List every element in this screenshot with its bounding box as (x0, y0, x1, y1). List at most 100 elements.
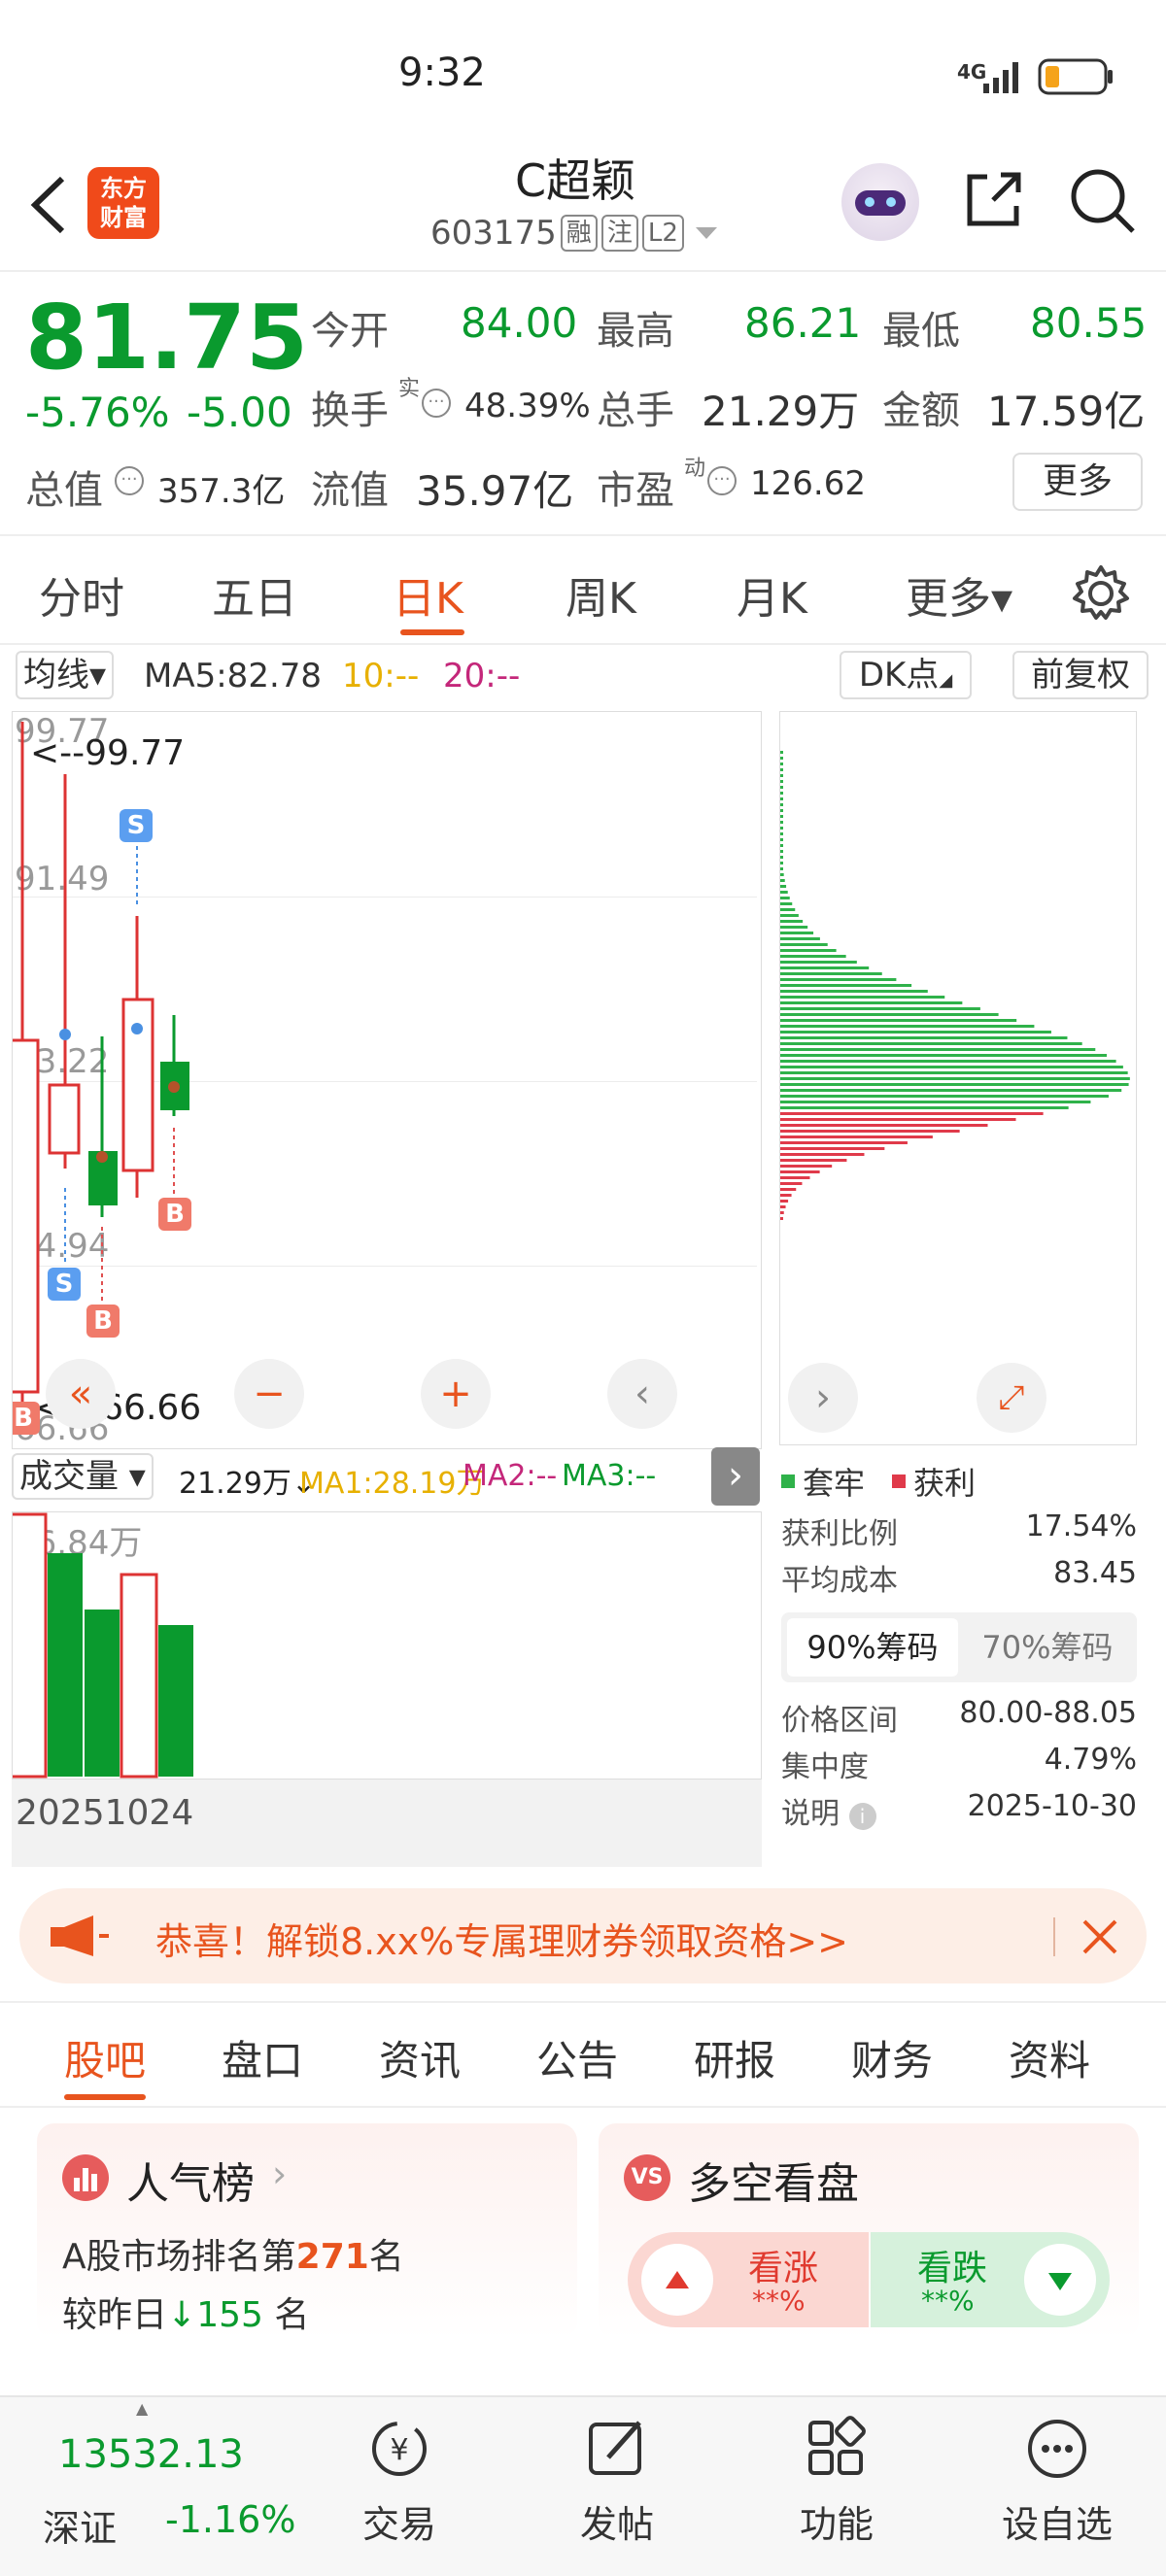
chip-bar (780, 984, 912, 987)
chip-bar (780, 821, 783, 824)
svg-text:¥: ¥ (390, 2433, 408, 2467)
chart-bars-icon (62, 2154, 109, 2201)
change-pct: -5.76% (25, 389, 170, 436)
banner-text: 恭喜！解锁8.xx%专属理财券领取资格>> (155, 1920, 849, 1963)
tab-weekly-k[interactable]: 周K (566, 563, 636, 626)
buy-marker[interactable]: B (13, 1402, 40, 1435)
tab-90-chips[interactable]: 90%筹码 (787, 1618, 958, 1677)
fast-back-button[interactable]: « (46, 1359, 116, 1429)
vol-ma2: MA2:-- (463, 1459, 558, 1493)
bullish-button[interactable]: 看涨 **% (628, 2232, 869, 2327)
chip-bar (780, 1071, 1128, 1074)
back-arrow-icon[interactable] (23, 171, 72, 239)
tab-announcements[interactable]: 公告 (536, 2028, 618, 2087)
tab-more[interactable]: 更多▾ (906, 563, 1012, 626)
chip-bar (780, 1019, 1017, 1022)
tab-news[interactable]: 资讯 (379, 2028, 461, 2087)
chip-bar (780, 1147, 885, 1150)
chip-bar (780, 1060, 1116, 1063)
nav-post[interactable]: 发帖 (573, 2415, 661, 2548)
signal-icon (983, 62, 1018, 93)
zoom-in-button[interactable]: + (421, 1359, 491, 1429)
chip-bar (780, 972, 882, 975)
sell-marker[interactable]: S (48, 1268, 81, 1301)
chip-bar (780, 914, 799, 917)
chip-bar (780, 1089, 1122, 1092)
buy-marker[interactable]: B (86, 1305, 120, 1338)
tab-orderbook[interactable]: 盘口 (222, 2028, 303, 2087)
ma-selector[interactable]: 均线▾ (16, 651, 115, 699)
robot-avatar-icon[interactable] (841, 163, 919, 241)
chip-bar (780, 1182, 803, 1185)
chip-bar (780, 943, 828, 946)
chip-bar (780, 978, 897, 981)
date-label-row: 20251024 (12, 1779, 762, 1867)
chip-bar (780, 879, 785, 882)
sell-marker[interactable]: S (120, 809, 153, 842)
vs-icon: VS (624, 2154, 670, 2201)
info-circle-icon[interactable]: ··· (115, 466, 144, 495)
pe-value: 126.62 (750, 464, 866, 503)
info-icon[interactable]: i (848, 1803, 876, 1830)
scroll-left-button[interactable]: ‹ (607, 1359, 677, 1429)
chip-bar (780, 1188, 797, 1191)
close-icon[interactable] (1079, 1915, 1121, 1958)
chip-bar (780, 955, 846, 958)
volume-value: 21.29万 (702, 388, 860, 435)
tab-five-day[interactable]: 五日 (212, 563, 297, 626)
chip-bar (780, 966, 870, 969)
tab-profile[interactable]: 资料 (1009, 2028, 1090, 2087)
chip-distribution-chart[interactable]: › ⤢ (779, 711, 1137, 1445)
bull-bear-card[interactable]: VS 多空看盘 看涨 **% 看跌 **% (599, 2123, 1139, 2339)
kline-chart[interactable]: 99.77 91.49 83.22 74.94 66.66 <--99.77 <… (12, 711, 762, 1449)
adjust-button[interactable]: 前复权 (1012, 651, 1149, 699)
chip-bar (780, 774, 783, 777)
nav-function[interactable]: 功能 (793, 2415, 880, 2548)
more-button[interactable]: 更多 (1012, 453, 1143, 511)
grid-icon (808, 2416, 866, 2475)
bearish-label: 看跌 (917, 2249, 988, 2288)
info-circle-icon[interactable]: ··· (422, 389, 451, 418)
tab-research[interactable]: 研报 (694, 2028, 775, 2087)
last-price: 81.75 (25, 286, 309, 390)
chip-bar (780, 873, 784, 876)
turnover-value: 48.39% (464, 387, 591, 425)
settings-gear-icon[interactable] (1071, 563, 1131, 624)
index-ticker[interactable]: ▲ 13532.13 深证 -1.16% (39, 2397, 321, 2576)
info-circle-icon[interactable]: ··· (707, 466, 737, 495)
dropdown-caret-icon[interactable] (692, 223, 721, 243)
tab-daily-k[interactable]: 日K (393, 563, 463, 626)
app-logo[interactable]: 东方 财富 (87, 167, 159, 239)
tab-70-chips[interactable]: 70%筹码 (962, 1618, 1133, 1677)
vol-ma1: MA1:28.19万 (299, 1467, 486, 1501)
volume-chart[interactable]: 36.84万 (12, 1511, 762, 1779)
legend-trapped: 套牢 (803, 1465, 866, 1502)
zoom-out-button[interactable]: − (234, 1359, 304, 1429)
tab-monthly-k[interactable]: 月K (737, 563, 807, 626)
chip-bar (780, 867, 783, 870)
tab-forum[interactable]: 股吧 (64, 2028, 146, 2087)
status-bar: 9:32 4G (0, 0, 1166, 146)
search-icon[interactable] (1067, 165, 1139, 237)
trade-icon: ¥ (372, 2422, 427, 2476)
tab-finance[interactable]: 财务 (851, 2028, 933, 2087)
chip-bar (780, 850, 783, 853)
bullish-pct: **% (752, 2285, 806, 2317)
scroll-right-button[interactable]: › (788, 1363, 858, 1433)
popularity-card[interactable]: 人气榜 › A股市场排名第271名 较昨日↓155 名 (37, 2123, 577, 2339)
nav-trade[interactable]: ¥ 交易 (356, 2415, 443, 2548)
buy-marker[interactable]: B (158, 1198, 191, 1231)
promo-banner[interactable]: 恭喜！解锁8.xx%专属理财券领取资格>> (19, 1888, 1147, 1983)
dk-point-button[interactable]: DK点◢ (840, 651, 972, 699)
expand-icon[interactable]: ⤢ (977, 1363, 1046, 1433)
chip-bar (780, 937, 820, 940)
nav-watchlist[interactable]: 设自选 (999, 2415, 1115, 2548)
chip-bar (780, 1165, 833, 1168)
chip-bar (780, 1001, 963, 1004)
tab-intraday[interactable]: 分时 (39, 563, 124, 626)
bearish-button[interactable]: 看跌 **% (871, 2232, 1110, 2327)
info-tabs: 股吧 盘口 资讯 公告 研报 财务 资料 (0, 2001, 1166, 2108)
expand-panel-button[interactable]: › (711, 1447, 760, 1506)
volume-selector[interactable]: 成交量 ▾ (12, 1453, 154, 1500)
share-icon[interactable] (960, 165, 1028, 233)
